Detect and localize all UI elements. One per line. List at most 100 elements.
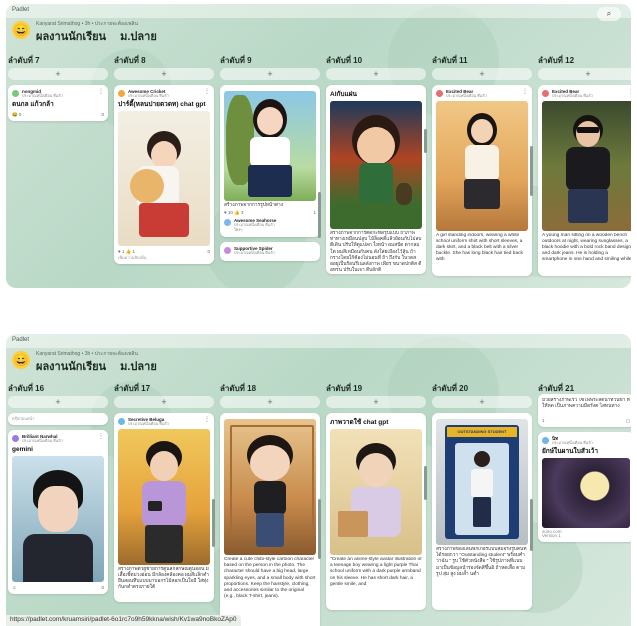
column-10: ลำดับที่ 10 + AIกับแผ่น สร้างภาพจากการตั… xyxy=(326,54,426,279)
comment-count[interactable]: 0 xyxy=(207,248,210,255)
column-21: ลำดับที่ 21 ม้วยสร้างภาพเร็ว ไซไฟพระลัดน… xyxy=(538,382,631,547)
search-icon: ⌕ xyxy=(606,9,612,18)
reaction-count[interactable]: 1 xyxy=(542,417,545,424)
post-card[interactable]: Supportive Spider ประมาณหนึ่งเดือน ที่แล… xyxy=(220,242,320,261)
reaction-count[interactable]: ♥ 10 👍 3 xyxy=(224,209,244,216)
post-card[interactable]: Secretive Beluga ประมาณหนึ่งเดือน ที่แล้… xyxy=(114,413,214,602)
reaction-count[interactable]: ♥ 1 👍 1 xyxy=(118,248,135,255)
column-header: ลำดับที่ 9 xyxy=(220,56,252,65)
more-icon[interactable]: ⋮ xyxy=(98,434,104,440)
post-image[interactable] xyxy=(330,429,422,555)
post-image[interactable] xyxy=(330,101,422,229)
column-9: ลำดับที่ 9 + สร้างภาพจากการรูปหน้าต่าง ♥… xyxy=(220,54,320,266)
avatar xyxy=(118,418,125,425)
board-emoji-icon: 😄 xyxy=(12,21,30,39)
post-title: ปาร์ตี้(หลนปายตวดท) chat gpt xyxy=(118,100,206,108)
scrollbar[interactable] xyxy=(318,499,321,559)
post-card[interactable]: AIกับแผ่น สร้างภาพจากการตัดกะทัดรูปแบบ ถ… xyxy=(326,85,426,274)
post-card[interactable]: Create a cute chibi-style cartoon charac… xyxy=(220,413,320,626)
comment-input[interactable]: เพิ่มความคิดเห็น xyxy=(118,255,210,261)
add-post-button[interactable]: + xyxy=(326,68,426,80)
search-button[interactable]: ⌕ xyxy=(597,7,621,21)
post-image[interactable] xyxy=(224,91,316,201)
more-icon[interactable]: ⋮ xyxy=(204,89,210,95)
add-post-button[interactable]: + xyxy=(432,396,532,408)
post-card[interactable]: Brilliant Narwhal ประมาณหนึ่งเดือน ที่แล… xyxy=(8,430,108,594)
column-header: ลำดับที่ 19 xyxy=(326,384,363,393)
more-icon[interactable]: ⋮ xyxy=(628,89,631,95)
add-post-button[interactable]: + xyxy=(326,396,426,408)
comment-count[interactable]: 0 xyxy=(101,111,104,118)
post-body: สร้างภาพจากการตัดกะทัดรูปแบบ ถ้าภาพ ท่าท… xyxy=(330,231,422,271)
comment-count[interactable]: 1 xyxy=(313,209,316,216)
column-20: ลำดับที่ 20 + OUTSTANDING STUDENT สร้างภ… xyxy=(432,382,532,615)
column-7: ลำดับที่ 7 + nongmid ประมาณหนึ่งเดือน ที… xyxy=(8,54,108,126)
post-image[interactable] xyxy=(542,100,631,231)
post-time: ประมาณหนึ่งเดือน ที่แล้ว xyxy=(552,94,593,98)
add-post-button[interactable]: + xyxy=(432,68,532,80)
post-card[interactable]: ตรุ๊ปก่อนหน้า xyxy=(8,413,108,425)
board-emoji-icon: 😄 xyxy=(12,351,30,369)
link-version: Version 1 xyxy=(542,533,561,538)
add-post-button[interactable]: + xyxy=(220,68,320,80)
post-card[interactable]: สร้างภาพจากการรูปหน้าต่าง ♥ 10 👍 31 Awes… xyxy=(220,85,320,238)
column-18: ลำดับที่ 18 + Create a cute chibi-style … xyxy=(220,382,320,626)
post-card[interactable]: ม้วยสร้างภาพเร็ว ไซไฟพระลัดน้ำท่วนข้า ที… xyxy=(538,394,631,427)
post-card[interactable]: OUTSTANDING STUDENT สร้างภาพของเล่นฟิกเก… xyxy=(432,413,532,610)
post-image[interactable] xyxy=(118,110,210,246)
scrollbar[interactable] xyxy=(212,499,215,547)
post-body: สร้างภาพของเล่นฟิกเกอร์แบบสมจริงรูปคนที่… xyxy=(436,547,527,577)
post-time: ประมาณหนึ่งเดือน ที่แล้ว xyxy=(128,422,169,426)
post-image[interactable] xyxy=(224,419,316,555)
add-post-button[interactable]: + xyxy=(8,396,108,408)
post-time: ประมาณหนึ่งเดือน ที่แล้ว xyxy=(446,94,487,98)
more-icon[interactable]: ⋮ xyxy=(98,89,104,95)
column-header: ลำดับที่ 8 xyxy=(114,56,146,65)
post-title: ภาพวาดใช้ chat gpt xyxy=(330,419,389,426)
add-post-button[interactable]: + xyxy=(220,396,320,408)
post-card[interactable]: ภาพวาดใช้ chat gpt "Create an anime-styl… xyxy=(326,413,426,610)
add-post-button[interactable]: + xyxy=(8,68,108,80)
post-image[interactable]: OUTSTANDING STUDENT xyxy=(436,419,528,545)
more-icon[interactable]: ⋮ xyxy=(522,89,528,95)
column-16: ลำดับที่ 16 + ตรุ๊ปก่อนหน้า Brilliant Na… xyxy=(8,382,108,599)
add-post-button[interactable]: + xyxy=(114,68,214,80)
app-name: Padlet xyxy=(12,337,30,343)
comment-icon[interactable]: ▢ xyxy=(626,417,630,424)
avatar xyxy=(224,219,231,227)
post-time: ประมาณหนึ่งเดือน ที่แล้ว xyxy=(552,441,593,445)
add-post-button[interactable]: + xyxy=(114,396,214,408)
column-17: ลำดับที่ 17 + Secretive Beluga ประมาณหนึ… xyxy=(114,382,214,607)
add-post-button[interactable]: + xyxy=(538,68,631,80)
board-title: ผลงานนักเรียน ม.ปลาย xyxy=(36,31,157,43)
avatar xyxy=(542,90,549,97)
post-image[interactable] xyxy=(542,457,630,528)
post-card[interactable]: nongmid ประมาณหนึ่งเดือน ที่แล้ว ⋮ ตนกล … xyxy=(8,85,108,121)
column-header: ลำดับที่ 7 xyxy=(8,56,40,65)
post-card[interactable]: Excited Bear ประมาณหนึ่งเดือน ที่แล้ว ⋮ … xyxy=(538,85,631,276)
post-card[interactable]: Excited Bear ประมาณหนึ่งเดือน ที่แล้ว ⋮ … xyxy=(432,85,532,276)
more-icon[interactable]: ⋮ xyxy=(204,417,210,423)
scrollbar[interactable] xyxy=(424,466,427,500)
scrollbar[interactable] xyxy=(318,192,321,238)
figure-box-label: OUTSTANDING STUDENT xyxy=(447,427,517,437)
post-card[interactable]: Awesome Cricket ประมาณหนึ่งเดือน ที่แล้ว… xyxy=(114,85,214,264)
scrollbar[interactable] xyxy=(530,146,533,196)
avatar xyxy=(12,90,19,97)
scrollbar[interactable] xyxy=(424,129,427,153)
reaction-count[interactable]: 😂 0 xyxy=(12,111,21,118)
post-image[interactable] xyxy=(118,428,210,565)
column-header: ลำดับที่ 11 xyxy=(432,56,468,65)
comment-count[interactable]: 0 xyxy=(101,584,104,591)
post-card[interactable]: นิท ประมาณหนึ่งเดือน ที่แล้ว ยักษ์ในผานใ… xyxy=(538,432,631,542)
column-12: ลำดับที่ 12 + Excited Bear ประมาณหนึ่งเด… xyxy=(538,54,631,281)
post-image[interactable] xyxy=(12,455,104,582)
post-body: ม้วยสร้างภาพเร็ว ไซไฟพระลัดน้ำท่วนข้า ที… xyxy=(542,398,630,410)
column-header: ลำดับที่ 10 xyxy=(326,56,363,65)
post-body: "Create an anime-style avatar illustrati… xyxy=(330,557,422,587)
comment-input[interactable]: ตรุ๊ปก่อนหน้า xyxy=(12,416,104,422)
reaction-icon[interactable]: ☺ xyxy=(12,584,17,591)
post-image[interactable] xyxy=(436,100,528,231)
scrollbar[interactable] xyxy=(530,499,533,551)
avatar xyxy=(118,90,125,97)
